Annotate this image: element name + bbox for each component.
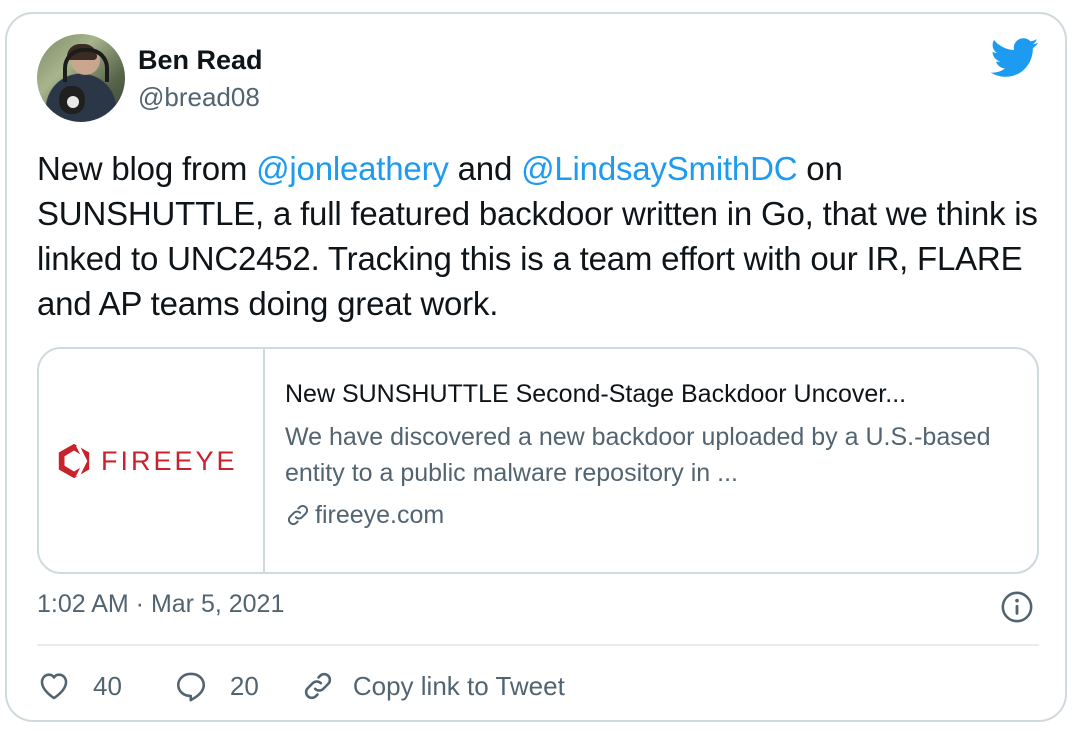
tweet-text: New blog from @jonleathery and @LindsayS… (37, 146, 1047, 326)
mention-link[interactable]: @LindsaySmithDC (521, 150, 797, 187)
tweet-timestamp[interactable]: 1:02 AM · Mar 5, 2021 (37, 590, 284, 619)
heart-icon (40, 673, 68, 700)
reply-button[interactable]: 20 (174, 669, 259, 703)
avatar[interactable] (37, 34, 125, 122)
tweet-text-part: and (448, 150, 522, 187)
twitter-bird-icon[interactable] (991, 38, 1039, 78)
fireeye-logo: FIREEYE (55, 442, 238, 480)
tweet-card: Ben Read @bread08 New blog from @jonleat… (5, 12, 1067, 722)
reply-count: 20 (229, 670, 259, 701)
like-button[interactable]: 40 (37, 669, 122, 703)
divider (37, 644, 1039, 646)
author-handle[interactable]: @bread08 (138, 82, 260, 113)
copy-link-label: Copy link to Tweet (352, 670, 565, 701)
link-icon (287, 504, 309, 526)
author-display-name[interactable]: Ben Read (138, 45, 263, 76)
link-preview-card[interactable]: FIREEYE New SUNSHUTTLE Second-Stage Back… (37, 347, 1039, 574)
fireeye-logo-text: FIREEYE (101, 445, 238, 476)
reply-bubble-icon (176, 672, 205, 702)
link-thumbnail[interactable]: FIREEYE (39, 349, 265, 572)
info-icon[interactable] (1000, 590, 1034, 624)
tweet-text-part: New blog from (37, 150, 257, 187)
fireeye-logo-mark-icon (58, 443, 90, 479)
link-description: We have discovered a new backdoor upload… (285, 423, 991, 487)
link-info: New SUNSHUTTLE Second-Stage Backdoor Unc… (285, 377, 1015, 533)
like-count: 40 (93, 670, 122, 701)
copy-link-button[interactable]: Copy link to Tweet (301, 669, 565, 703)
mention-link[interactable]: @jonleathery (256, 150, 449, 187)
tweet-actions: 40 20 Copy link to Tweet (37, 664, 565, 708)
link-title[interactable]: New SUNSHUTTLE Second-Stage Backdoor Unc… (285, 377, 1015, 411)
link-domain: fireeye.com (285, 497, 1015, 533)
copy-link-icon (304, 672, 331, 700)
link-domain-text: fireeye.com (315, 501, 445, 529)
